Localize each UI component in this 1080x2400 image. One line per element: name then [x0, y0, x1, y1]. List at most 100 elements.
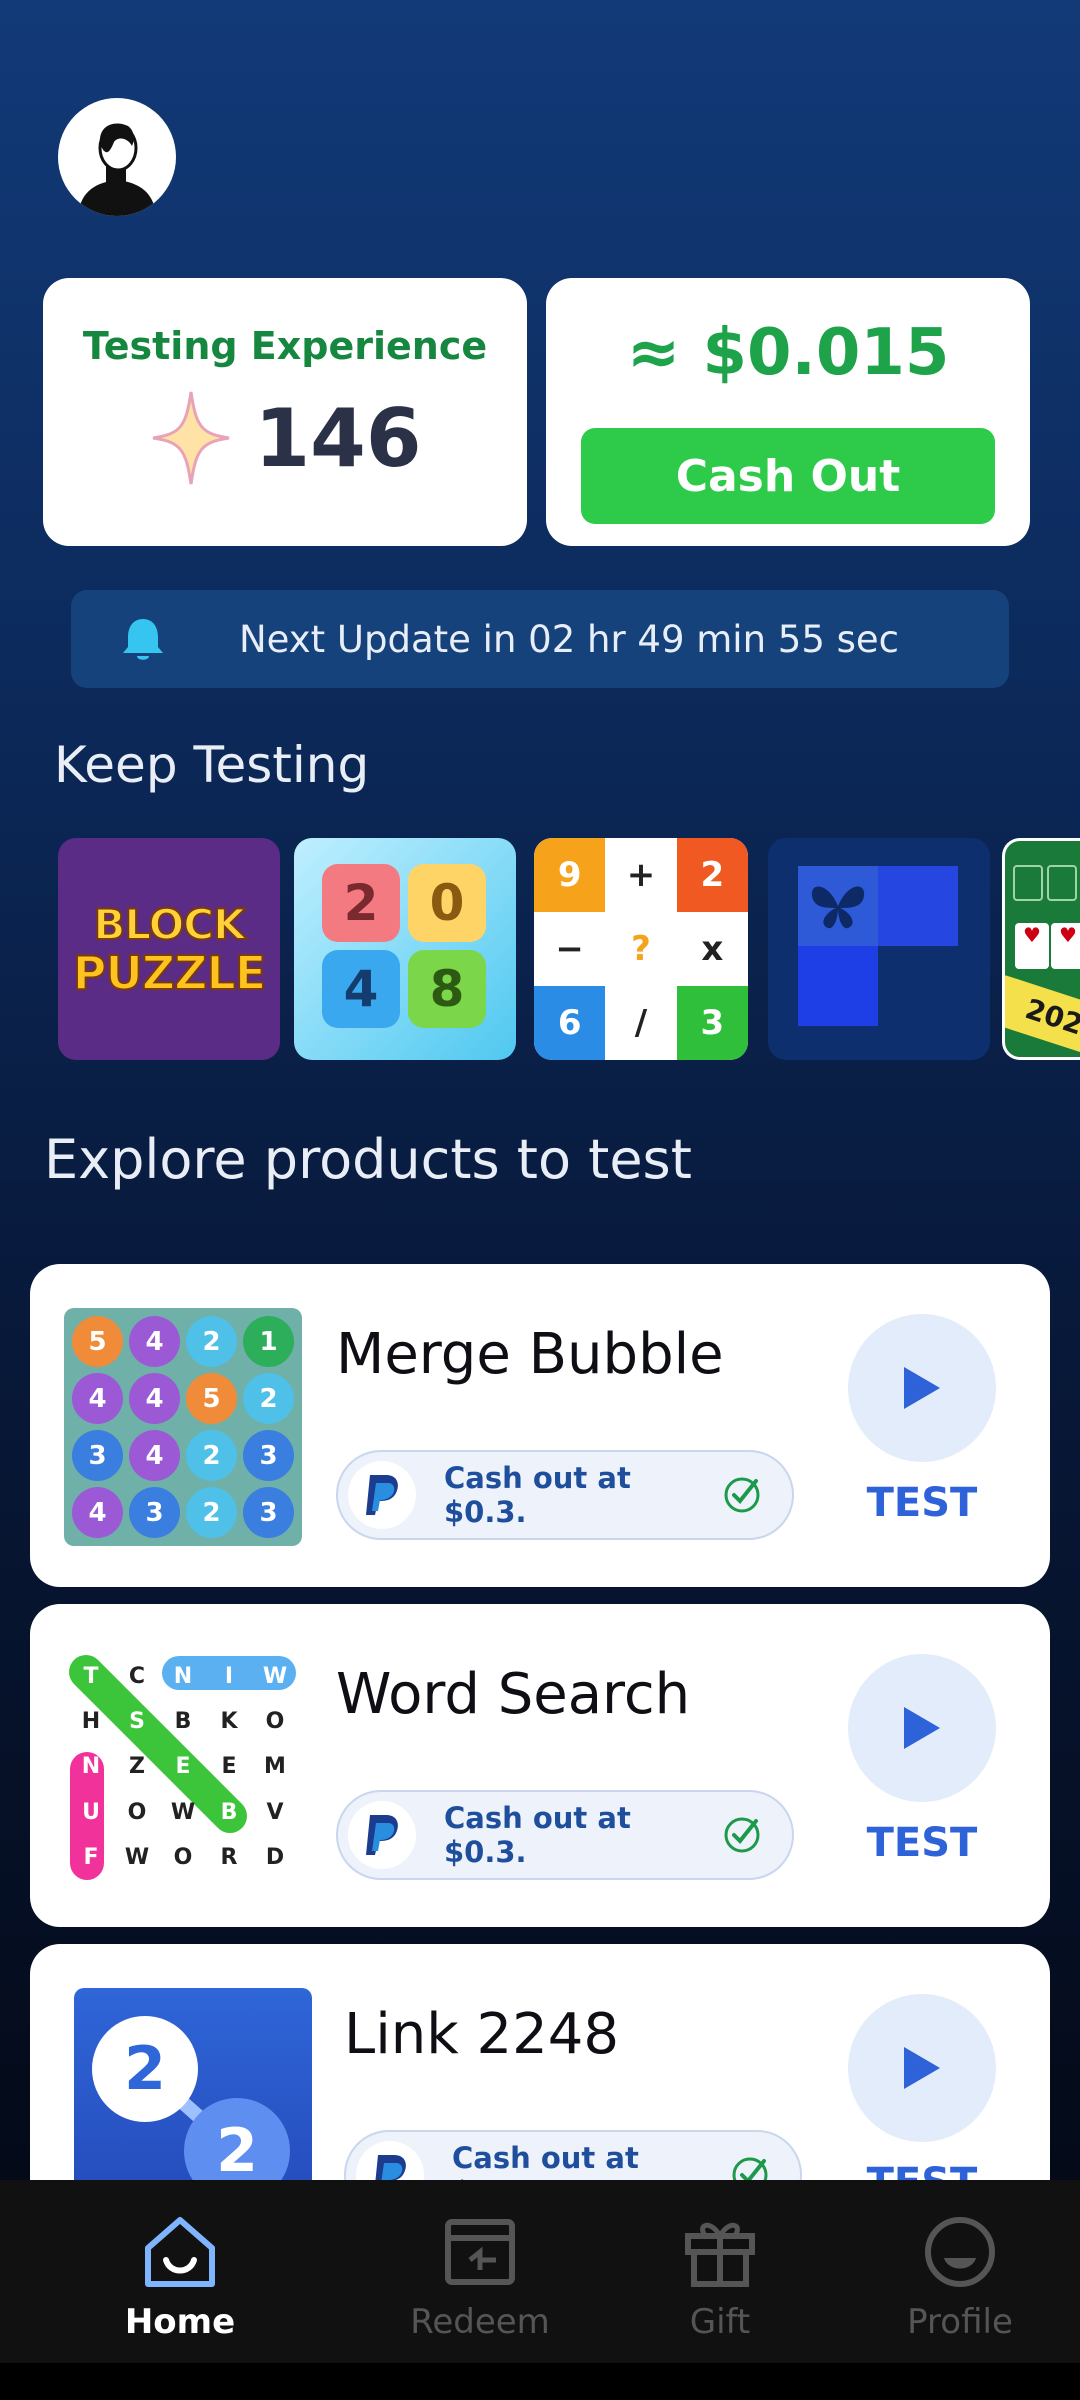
- test-label[interactable]: TEST: [820, 1820, 1024, 1866]
- letter: R: [220, 1844, 238, 1870]
- math-cell: 6: [534, 986, 606, 1060]
- nav-home[interactable]: Home: [90, 2214, 270, 2342]
- letter: H: [81, 1709, 101, 1735]
- play-icon: [904, 1367, 940, 1409]
- play-icon: [904, 2047, 940, 2089]
- paypal-icon: [348, 1461, 416, 1529]
- bubble: 2: [243, 1373, 294, 1424]
- game-solitaire[interactable]: ♥ ♥ 202: [1002, 838, 1080, 1060]
- solitaire-year: 202: [1005, 975, 1080, 1057]
- play-button[interactable]: [848, 1994, 996, 2142]
- experience-row: 146: [43, 388, 527, 488]
- math-cell: 3: [676, 986, 748, 1060]
- product-name: Link 2248: [344, 2002, 619, 2067]
- link-tile: 2: [92, 2016, 198, 2122]
- letter: W: [124, 1844, 150, 1870]
- letter: I: [224, 1664, 234, 1690]
- game-blue-butterfly[interactable]: [768, 838, 990, 1060]
- explore-title: Explore products to test: [44, 1128, 692, 1191]
- block-puzzle-logo-line1: BLOCK: [92, 899, 246, 950]
- bubble: 3: [72, 1430, 123, 1481]
- letter: B: [174, 1709, 192, 1735]
- letter: E: [221, 1754, 237, 1780]
- bubble: 2: [186, 1487, 237, 1538]
- play-button[interactable]: [848, 1654, 996, 1802]
- tile-2: 2: [322, 864, 400, 942]
- math-cell: +: [626, 855, 656, 895]
- math-cell: x: [701, 929, 724, 969]
- cashout-text: Cash out at $0.3.: [444, 1801, 631, 1869]
- letter: W: [262, 1664, 288, 1690]
- nav-label: Gift: [689, 2302, 751, 2342]
- test-label[interactable]: TEST: [820, 1480, 1024, 1526]
- letter: O: [127, 1799, 147, 1825]
- product-card-link-2248[interactable]: 2 2 Link 2248 Cash out at $0.3. TEST: [30, 1944, 1050, 2180]
- gift-icon: [685, 2222, 755, 2287]
- next-update-banner: Next Update in 02 hr 49 min 55 sec: [71, 590, 1009, 688]
- bubble: 4: [129, 1430, 180, 1481]
- game-math-puzzle[interactable]: 9 + 2 − ? x 6 / 3: [534, 838, 748, 1060]
- nav-gift[interactable]: Gift: [630, 2214, 810, 2342]
- nav-label: Profile: [907, 2302, 1013, 2342]
- home-screen: Testing Experience 146 ≈ $0.015 Cash Out…: [0, 0, 1080, 2180]
- avatar[interactable]: [58, 98, 176, 216]
- product-card-merge-bubble[interactable]: 5 4 2 1 4 4 5 2 3 4 2 3 4 3 2 3 Merge Bu…: [30, 1264, 1050, 1587]
- math-cell: /: [634, 1003, 648, 1043]
- letter: O: [265, 1709, 285, 1735]
- bubble: 5: [72, 1316, 123, 1367]
- cash-out-button[interactable]: Cash Out: [581, 428, 995, 524]
- tile-0: 0: [408, 864, 486, 942]
- letter: N: [173, 1664, 193, 1690]
- bubble: 4: [72, 1373, 123, 1424]
- paypal-icon: [348, 1801, 416, 1869]
- letter: U: [82, 1799, 100, 1825]
- word-search-grid: T C N I W H S B K O N Z E E M U O W B V: [64, 1648, 302, 1886]
- bubble: 2: [186, 1430, 237, 1481]
- profile-icon: [925, 2217, 995, 2287]
- testing-experience-card: Testing Experience 146: [43, 278, 527, 546]
- cashout-pill: Cash out at $0.3.: [336, 1450, 794, 1540]
- tile-4: 4: [322, 950, 400, 1028]
- product-card-word-search[interactable]: T C N I W H S B K O N Z E E M U O W B V: [30, 1604, 1050, 1927]
- product-name: Word Search: [336, 1662, 691, 1727]
- math-cell: ?: [631, 929, 651, 969]
- nav-redeem[interactable]: Redeem: [390, 2214, 570, 2342]
- bubble: 2: [186, 1316, 237, 1367]
- check-circle-icon: [732, 2157, 768, 2180]
- letter: K: [220, 1709, 238, 1735]
- letter: C: [128, 1664, 146, 1690]
- letter: F: [83, 1844, 99, 1870]
- redeem-icon: [445, 2219, 515, 2285]
- next-update-text: Next Update in 02 hr 49 min 55 sec: [238, 617, 900, 661]
- bubble: 3: [243, 1430, 294, 1481]
- letter: N: [81, 1754, 101, 1780]
- cash-balance-card: ≈ $0.015 Cash Out: [546, 278, 1030, 546]
- user-silhouette-icon: [78, 123, 156, 216]
- product-name: Merge Bubble: [336, 1322, 724, 1387]
- sparkle-star-icon: [152, 391, 229, 485]
- cashout-pill: Cash out at $0.3.: [344, 2130, 802, 2180]
- bubble: 3: [243, 1487, 294, 1538]
- keep-testing-carousel[interactable]: BLOCK PUZZLE 2 0 4 8 9 + 2 − ? x 6 / 3 ♥…: [58, 838, 1080, 1060]
- math-cell: −: [555, 929, 584, 969]
- nav-profile[interactable]: Profile: [870, 2214, 1050, 2342]
- game-block-puzzle[interactable]: BLOCK PUZZLE: [58, 838, 280, 1060]
- letter: W: [170, 1799, 196, 1825]
- game-2048[interactable]: 2 0 4 8: [294, 838, 516, 1060]
- math-cell: 2: [676, 838, 748, 912]
- nav-label: Redeem: [410, 2302, 550, 2342]
- test-label[interactable]: TEST: [820, 2160, 1024, 2180]
- letter: Z: [129, 1754, 145, 1780]
- letter: B: [220, 1799, 238, 1825]
- block-puzzle-logo-line2: PUZZLE: [72, 945, 268, 1001]
- bubble: 5: [186, 1373, 237, 1424]
- letter: S: [129, 1709, 145, 1735]
- play-icon: [904, 1707, 940, 1749]
- play-button[interactable]: [848, 1314, 996, 1462]
- letter: D: [265, 1844, 285, 1870]
- cashout-text: Cash out at $0.3.: [452, 2141, 639, 2180]
- keep-testing-title: Keep Testing: [54, 736, 370, 794]
- cashout-pill: Cash out at $0.3.: [336, 1790, 794, 1880]
- check-circle-icon: [724, 1477, 760, 1513]
- merge-bubble-thumbnail: 5 4 2 1 4 4 5 2 3 4 2 3 4 3 2 3: [64, 1308, 302, 1546]
